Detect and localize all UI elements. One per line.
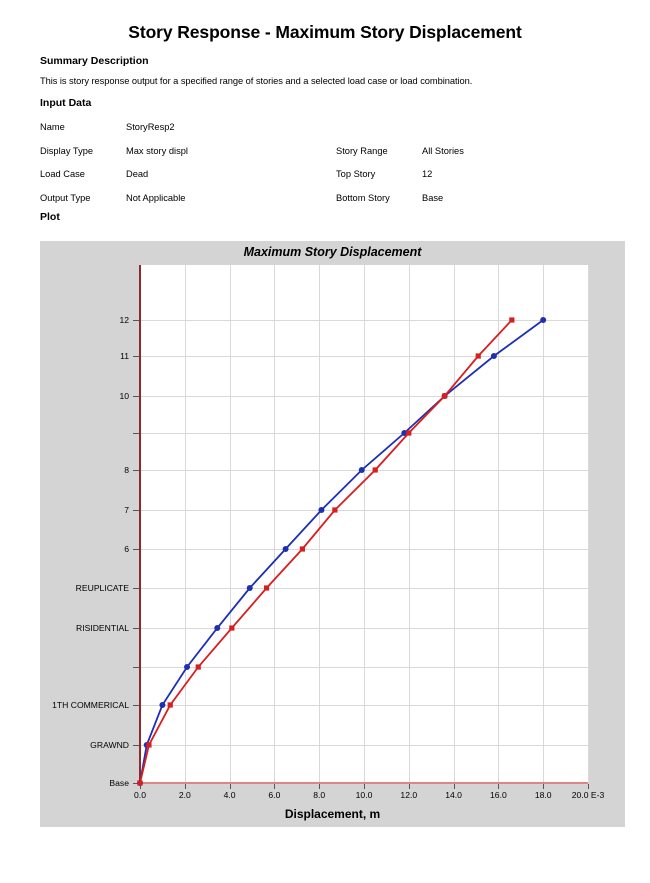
x-axis-label: 8.0 — [313, 790, 326, 800]
x-axis-label: 16.0 — [490, 790, 507, 800]
data-point-marker — [159, 702, 166, 708]
x-axis-label: 0.0 — [134, 790, 146, 800]
x-axis-tick — [319, 784, 321, 789]
data-point-marker — [332, 507, 338, 513]
field-label-display-type: Display Type — [40, 146, 94, 156]
x-axis-caption: Displacement, m — [284, 807, 381, 821]
field-label-top-story: Top Story — [336, 169, 376, 179]
chart-title: Maximum Story Displacement — [243, 245, 422, 259]
data-point-marker — [229, 625, 235, 631]
y-axis-label: REUPLICATE — [75, 582, 129, 593]
y-axis-tick — [133, 667, 139, 668]
data-point-marker — [167, 702, 173, 708]
field-value-load-case: Dead — [126, 169, 149, 179]
x-axis-tick — [543, 784, 545, 789]
data-point-marker — [490, 353, 497, 359]
plot-heading: Plot — [40, 211, 60, 223]
field-label-output-type: Output Type — [40, 193, 91, 203]
x-axis-label: 4.0 — [223, 790, 236, 800]
page-title: Story Response - Maximum Story Displacem… — [128, 22, 522, 42]
x-axis-tick — [588, 784, 589, 789]
chart-series-layer — [137, 317, 547, 786]
field-value-display-type: Max story displ — [126, 146, 188, 156]
y-axis-tick — [133, 588, 139, 589]
data-point-marker — [137, 780, 143, 786]
y-axis-tick — [133, 470, 139, 471]
y-axis-tick — [133, 628, 139, 629]
y-axis-label: 7 — [124, 504, 129, 515]
data-point-marker — [318, 507, 325, 513]
x-axis-tick — [364, 784, 365, 789]
data-point-marker — [282, 546, 289, 552]
x-axis-label: 14.0 — [445, 790, 462, 800]
data-point-marker — [263, 585, 270, 591]
y-axis-tick — [133, 510, 139, 511]
field-value-top-story: 12 — [422, 169, 433, 179]
x-axis-tick — [498, 784, 500, 789]
y-axis-label: Base — [109, 777, 129, 788]
y-axis-label: RISIDENTIAL — [75, 622, 129, 633]
x-axis-label: 10.0 — [355, 790, 373, 800]
x-axis-tick — [453, 784, 455, 789]
y-axis-tick — [133, 549, 139, 550]
data-point-marker — [246, 585, 253, 591]
data-point-marker — [372, 467, 378, 473]
x-axis-tick — [408, 784, 410, 789]
field-label-bottom-story: Bottom Story — [336, 193, 390, 203]
input-data-heading: Input Data — [40, 97, 92, 109]
y-axis-label: 1TH COMMERICAL — [52, 699, 129, 710]
x-axis-tick — [184, 784, 186, 789]
x-axis-tick — [229, 784, 231, 789]
field-label-load-case: Load Case — [40, 169, 85, 179]
y-axis-label: 6 — [124, 543, 129, 554]
series-line-max — [139, 319, 544, 784]
y-axis-tick — [133, 433, 139, 434]
y-axis-label: 11 — [120, 350, 129, 361]
x-axis-label: 6.0 — [268, 790, 281, 800]
field-label-story-range: Story Range — [336, 146, 388, 156]
report-page: Story Response - Maximum Story Displacem… — [0, 0, 650, 883]
data-point-marker — [299, 546, 305, 552]
x-axis-label: 18.0 — [534, 790, 552, 800]
data-point-marker — [540, 317, 547, 323]
summary-description-text: This is story response output for a spec… — [40, 76, 473, 86]
chart-panel: Maximum Story Displacement 12 11 10 8 7 6 REUP… — [40, 241, 625, 827]
series-line-avg — [139, 319, 513, 784]
data-point-marker — [509, 317, 515, 323]
field-value-bottom-story: Base — [422, 193, 444, 203]
field-value-name: StoryResp2 — [126, 122, 175, 132]
y-axis-label: 8 — [124, 464, 129, 475]
x-axis-label: 12.0 — [400, 790, 418, 800]
data-point-marker — [358, 467, 365, 473]
data-point-marker — [184, 664, 191, 670]
y-axis-tick — [133, 705, 139, 706]
field-value-story-range: All Stories — [422, 146, 464, 156]
field-value-output-type: Not Applicable — [126, 193, 186, 203]
y-axis-tick — [133, 320, 139, 321]
data-point-marker — [195, 664, 201, 670]
x-axis-label: 2.0 — [178, 790, 191, 800]
y-axis-tick — [133, 356, 139, 357]
x-axis-tick — [274, 784, 276, 789]
data-point-marker — [406, 430, 412, 436]
data-point-marker — [214, 625, 221, 631]
data-point-marker — [146, 742, 152, 748]
y-axis-label: 12 — [119, 314, 129, 325]
x-axis-label: 20.0 E-3 — [571, 790, 605, 800]
data-point-marker — [475, 353, 481, 359]
field-label-name: Name — [40, 122, 65, 132]
y-axis-tick — [133, 396, 139, 397]
grid-line-vertical — [588, 265, 589, 783]
data-point-marker — [442, 393, 448, 399]
y-axis-label: 10 — [119, 390, 129, 401]
y-axis-tick — [133, 745, 139, 746]
y-axis-label: GRAWND — [90, 739, 129, 750]
summary-description-heading: Summary Description — [40, 55, 149, 67]
